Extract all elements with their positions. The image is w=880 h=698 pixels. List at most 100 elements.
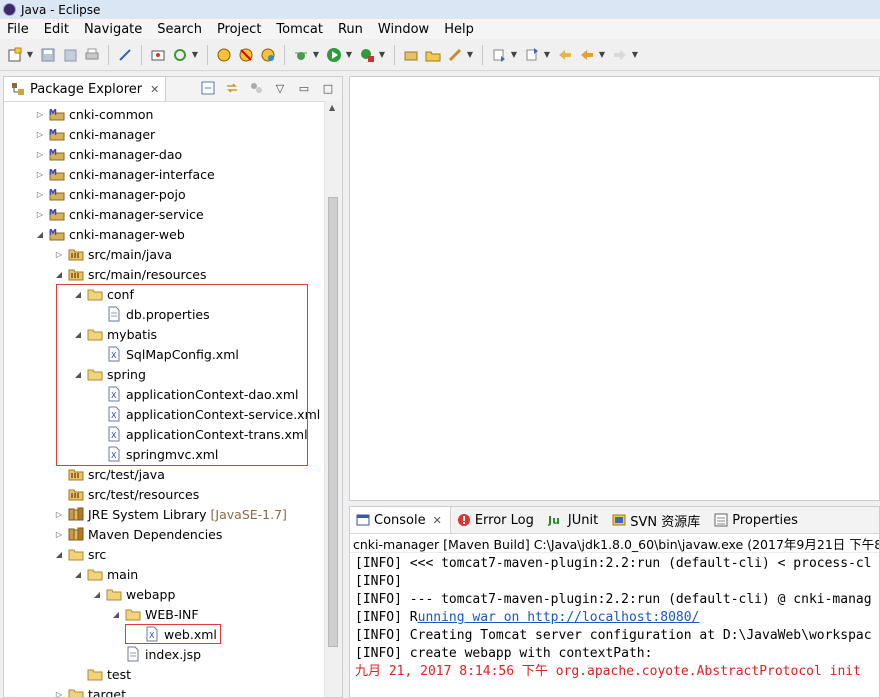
menu-help[interactable]: Help bbox=[437, 22, 482, 37]
focus-icon[interactable] bbox=[248, 80, 264, 96]
scrollbar-thumb[interactable] bbox=[328, 197, 338, 647]
menu-run[interactable]: Run bbox=[331, 22, 371, 37]
debug-icon[interactable] bbox=[292, 46, 310, 64]
pen-icon[interactable] bbox=[446, 46, 464, 64]
collapse-arrow-icon[interactable]: ◢ bbox=[53, 550, 65, 559]
collapse-arrow-icon[interactable]: ◢ bbox=[91, 590, 103, 599]
expand-arrow-icon[interactable]: ▷ bbox=[34, 150, 46, 159]
chevron-down-icon[interactable]: ▼ bbox=[466, 46, 474, 64]
tree-item[interactable]: ▷ Mcnki-manager bbox=[34, 124, 155, 144]
expand-arrow-icon[interactable]: ▷ bbox=[53, 250, 65, 259]
expand-arrow-icon[interactable]: ▷ bbox=[34, 190, 46, 199]
menu-window[interactable]: Window bbox=[371, 22, 437, 37]
svg-text:M: M bbox=[49, 208, 57, 217]
chevron-down-icon[interactable]: ▼ bbox=[378, 46, 386, 64]
collapse-all-icon[interactable] bbox=[200, 80, 216, 96]
console-output[interactable]: [INFO] <<< tomcat7-maven-plugin:2.2:run … bbox=[350, 553, 879, 681]
tree-item[interactable]: ▷ JRE System Library [JavaSE-1.7] bbox=[53, 504, 287, 524]
expand-arrow-icon[interactable]: ▷ bbox=[53, 690, 65, 698]
menu-edit[interactable]: Edit bbox=[37, 22, 77, 37]
tree-item[interactable]: src/test/resources bbox=[53, 484, 199, 504]
collapse-arrow-icon[interactable]: ◢ bbox=[34, 230, 46, 239]
tree-item[interactable]: ▷ Mcnki-common bbox=[34, 104, 154, 124]
tab-error-log[interactable]: Error Log bbox=[451, 507, 542, 533]
chevron-down-icon[interactable]: ▼ bbox=[598, 46, 606, 64]
tree-item[interactable]: ◢ Mcnki-manager-web bbox=[34, 224, 185, 244]
open-type-icon[interactable] bbox=[149, 46, 167, 64]
expand-arrow-icon[interactable]: ▷ bbox=[34, 130, 46, 139]
tree-item[interactable]: ◢ src/main/resources bbox=[53, 264, 207, 284]
tree-item[interactable]: ▷ Mcnki-manager-service bbox=[34, 204, 204, 224]
menu-navigate[interactable]: Navigate bbox=[77, 22, 150, 37]
package-explorer-tab[interactable]: Package Explorer ✕ bbox=[4, 77, 167, 101]
collapse-arrow-icon[interactable]: ◢ bbox=[110, 610, 122, 619]
collapse-arrow-icon[interactable]: ◢ bbox=[72, 570, 84, 579]
tree-item[interactable]: ◢ webapp bbox=[91, 584, 175, 604]
run-icon[interactable] bbox=[325, 46, 343, 64]
refresh-icon[interactable] bbox=[171, 46, 189, 64]
expand-arrow-icon[interactable]: ▷ bbox=[53, 510, 65, 519]
expand-arrow-icon[interactable]: ▷ bbox=[34, 110, 46, 119]
open-folder-icon[interactable] bbox=[424, 46, 442, 64]
tomcat-start-icon[interactable] bbox=[215, 46, 233, 64]
scroll-up-icon[interactable]: ▲ bbox=[329, 103, 335, 112]
tree-scrollbar[interactable]: ▲ bbox=[324, 101, 342, 697]
save-icon[interactable] bbox=[39, 46, 57, 64]
menu-search[interactable]: Search bbox=[150, 22, 210, 37]
tree-item[interactable]: ▷ Maven Dependencies bbox=[53, 524, 222, 544]
external-tools-icon[interactable] bbox=[358, 46, 376, 64]
console-line-prefix: [INFO] bbox=[355, 646, 410, 661]
expand-arrow-icon[interactable]: ▷ bbox=[34, 210, 46, 219]
save-all-icon[interactable] bbox=[61, 46, 79, 64]
tab-console[interactable]: Console ✕ bbox=[350, 507, 451, 533]
tree-item[interactable]: ◢ src bbox=[53, 544, 106, 564]
chevron-down-icon[interactable]: ▼ bbox=[345, 46, 353, 64]
view-menu-icon[interactable]: ▽ bbox=[272, 80, 288, 96]
expand-arrow-icon[interactable]: ▷ bbox=[53, 530, 65, 539]
menu-project[interactable]: Project bbox=[210, 22, 269, 37]
tree-item[interactable]: ▷ target bbox=[53, 684, 126, 698]
maven-project-icon: M bbox=[49, 126, 65, 142]
tree-item[interactable]: ▷ Mcnki-manager-interface bbox=[34, 164, 215, 184]
back-icon[interactable] bbox=[578, 46, 596, 64]
chevron-down-icon[interactable]: ▼ bbox=[312, 46, 320, 64]
tab-properties[interactable]: Properties bbox=[708, 507, 806, 533]
new-icon[interactable] bbox=[6, 46, 24, 64]
tree-item[interactable]: ◢ main bbox=[72, 564, 138, 584]
expand-arrow-icon[interactable]: ▷ bbox=[34, 170, 46, 179]
collapse-arrow-icon[interactable]: ◢ bbox=[53, 270, 65, 279]
console-hyperlink[interactable]: unning war on http://localhost:8080/ bbox=[418, 610, 700, 625]
tree-item[interactable]: ▷ src/main/java bbox=[53, 244, 172, 264]
tree-item[interactable]: test bbox=[72, 664, 131, 684]
tree-item-label: src bbox=[88, 546, 107, 562]
tree-item[interactable]: src/test/java bbox=[53, 464, 165, 484]
previous-annotation-icon[interactable] bbox=[523, 46, 541, 64]
chevron-down-icon[interactable]: ▼ bbox=[631, 46, 639, 64]
chevron-down-icon[interactable]: ▼ bbox=[510, 46, 518, 64]
tomcat-stop-icon[interactable] bbox=[237, 46, 255, 64]
tree-item[interactable]: ▷ Mcnki-manager-dao bbox=[34, 144, 182, 164]
menu-file[interactable]: File bbox=[0, 22, 37, 37]
print-icon[interactable] bbox=[83, 46, 101, 64]
new-package-icon[interactable] bbox=[402, 46, 420, 64]
last-edit-icon[interactable] bbox=[556, 46, 574, 64]
toggle-breakpoint-icon[interactable] bbox=[116, 46, 134, 64]
editor-area[interactable] bbox=[349, 76, 880, 501]
tomcat-restart-icon[interactable] bbox=[259, 46, 277, 64]
link-with-editor-icon[interactable] bbox=[224, 80, 240, 96]
tree-item[interactable]: ▷ Mcnki-manager-pojo bbox=[34, 184, 186, 204]
tree-item[interactable]: index.jsp bbox=[110, 644, 201, 664]
chevron-down-icon[interactable]: ▼ bbox=[26, 46, 34, 64]
maximize-icon[interactable]: □ bbox=[320, 80, 336, 96]
tab-junit[interactable]: Ju JUnit bbox=[542, 507, 606, 533]
forward-icon[interactable] bbox=[611, 46, 629, 64]
minimize-icon[interactable]: ▭ bbox=[296, 80, 312, 96]
chevron-down-icon[interactable]: ▼ bbox=[543, 46, 551, 64]
close-icon[interactable]: ✕ bbox=[433, 514, 442, 527]
menu-tomcat[interactable]: Tomcat bbox=[269, 22, 331, 37]
close-icon[interactable]: ✕ bbox=[150, 83, 159, 96]
tab-svn[interactable]: SVN 资源库 bbox=[606, 507, 708, 533]
tree-item[interactable]: ◢ WEB-INF bbox=[110, 604, 199, 624]
next-annotation-icon[interactable] bbox=[490, 46, 508, 64]
chevron-down-icon[interactable]: ▼ bbox=[191, 46, 199, 64]
